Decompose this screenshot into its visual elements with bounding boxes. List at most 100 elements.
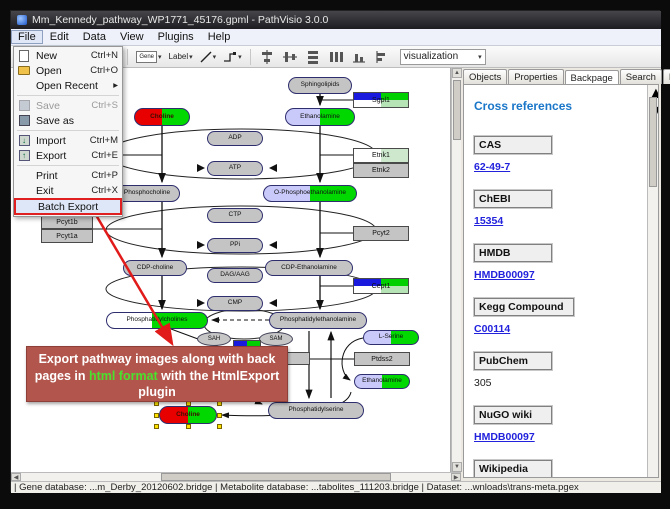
callout-text: with the HtmlExport plugin <box>138 369 279 400</box>
tab-search[interactable]: Search <box>620 69 662 84</box>
scrollbar-thumb[interactable] <box>453 80 461 140</box>
align-bottom-button[interactable] <box>350 48 368 65</box>
tab-backpage[interactable]: Backpage <box>565 70 619 85</box>
node-ethanolamine[interactable]: Ethanolamine <box>285 108 355 126</box>
chevron-down-icon[interactable]: ▾ <box>213 53 217 61</box>
file-menu-item-new[interactable]: New Ctrl+N <box>14 48 122 63</box>
line-tool-icon <box>200 51 212 63</box>
scrollbar-thumb[interactable] <box>161 473 391 481</box>
node-ctp[interactable]: CTP <box>207 208 263 223</box>
chevron-down-icon[interactable]: ▾ <box>238 53 242 61</box>
node-dag-aag[interactable]: DAG/AAG <box>207 268 263 283</box>
node-ppi[interactable]: PPi <box>207 238 263 253</box>
menu-plugins[interactable]: Plugins <box>151 30 201 44</box>
selection-handle[interactable] <box>217 413 222 418</box>
scroll-down-icon[interactable]: ▼ <box>452 462 462 472</box>
file-menu-item-exit[interactable]: Exit Ctrl+X <box>14 183 122 198</box>
node-pcyt1b[interactable]: Pcyt1b <box>41 215 93 229</box>
node-ptdss2[interactable]: Ptdss2 <box>354 352 410 366</box>
menu-help[interactable]: Help <box>201 30 238 44</box>
node-sam[interactable]: SAM <box>259 332 293 346</box>
chevron-down-icon[interactable]: ▾ <box>478 53 482 61</box>
node-cdp-choline[interactable]: CDP-choline <box>123 260 187 276</box>
node-label: Choline <box>176 412 200 419</box>
node-etnk1[interactable]: Etnk1 <box>353 148 409 163</box>
node-sphingolipids[interactable]: Sphingolipids <box>288 77 352 94</box>
file-menu-item-print[interactable]: Print Ctrl+P <box>14 168 122 183</box>
node-etnk2[interactable]: Etnk2 <box>353 163 409 178</box>
node-phosphocholine[interactable]: Phosphocholine <box>114 185 180 202</box>
node-ethanolamine-2[interactable]: Ethanolamine <box>354 374 410 389</box>
chevron-down-icon[interactable]: ▾ <box>189 53 193 61</box>
stack-rows-button[interactable] <box>304 48 322 65</box>
node-label: ADP <box>228 135 241 142</box>
node-l-serine[interactable]: L-Serine <box>363 330 419 345</box>
node-phosphatidylcholines[interactable]: Phosphatidylcholines <box>106 312 208 329</box>
gene-tool-button[interactable]: Gene ▾ <box>135 48 162 65</box>
node-label: Phosphocholine <box>124 190 170 197</box>
node-sah[interactable]: SAH <box>197 332 231 346</box>
file-menu-item-open[interactable]: Open Ctrl+O <box>14 63 122 78</box>
scrollbar-thumb[interactable] <box>649 97 657 187</box>
align-bottom-icon <box>352 50 366 64</box>
menu-item-label: New <box>36 50 91 62</box>
stack-columns-button[interactable] <box>327 48 345 65</box>
node-cmp[interactable]: CMP <box>207 296 263 311</box>
file-menu-item-export[interactable]: ↑ Export Ctrl+E <box>14 148 122 163</box>
canvas-vertical-scrollbar[interactable]: ▲ ▼ <box>451 68 461 472</box>
tab-objects[interactable]: Objects <box>463 69 507 84</box>
file-menu-item-open-recent[interactable]: Open Recent ▸ <box>14 78 122 93</box>
align-center-horizontal-button[interactable] <box>281 48 299 65</box>
xref-link-cas[interactable]: 62-49-7 <box>474 161 648 173</box>
node-atp[interactable]: ATP <box>207 161 263 176</box>
node-sgpl1[interactable]: Sgpl1 <box>353 92 409 108</box>
menu-file[interactable]: File <box>11 30 43 44</box>
align-left-button[interactable] <box>373 48 391 65</box>
align-center-vertical-button[interactable] <box>258 48 276 65</box>
node-pcyt1a[interactable]: Pcyt1a <box>41 229 93 243</box>
tab-legend[interactable]: Legend <box>663 69 670 84</box>
menu-view[interactable]: View <box>113 30 151 44</box>
node-phosphatidylserine[interactable]: Phosphatidylserine <box>268 402 364 419</box>
chevron-down-icon[interactable]: ▾ <box>158 53 162 61</box>
line-tool-button[interactable]: ▾ <box>199 48 218 65</box>
gene-tool-icon: Gene <box>136 51 157 63</box>
xref-source-pubchem: PubChem <box>474 352 552 370</box>
node-pcyt2[interactable]: Pcyt2 <box>353 226 409 241</box>
xref-link-chebi[interactable]: 15354 <box>474 215 648 227</box>
xref-link-nugo[interactable]: HMDB00097 <box>474 431 648 443</box>
label-tool-button[interactable]: Label ▾ <box>168 48 194 65</box>
menu-data[interactable]: Data <box>76 30 113 44</box>
selection-handle[interactable] <box>186 424 191 429</box>
file-menu-item-import[interactable]: ↓ Import Ctrl+M <box>14 133 122 148</box>
node-cdp-ethanolamine[interactable]: CDP-Ethanolamine <box>265 260 353 276</box>
scroll-up-icon[interactable]: ▲ <box>452 68 462 78</box>
node-label: SAH <box>208 336 220 342</box>
tab-properties[interactable]: Properties <box>508 69 563 84</box>
visualization-value: visualization <box>404 51 458 62</box>
file-menu-item-batch-export[interactable]: Batch Export <box>14 198 122 215</box>
node-label: ATP <box>229 165 241 172</box>
node-choline[interactable]: Choline <box>134 108 190 126</box>
selection-handle[interactable] <box>217 424 222 429</box>
menu-edit[interactable]: Edit <box>43 30 76 44</box>
node-phosphatidylethanolamine[interactable]: Phosphatidylethanolamine <box>269 312 367 329</box>
node-choline-selected[interactable]: Choline <box>159 406 217 424</box>
import-icon: ↓ <box>16 135 32 147</box>
canvas-horizontal-scrollbar[interactable]: ◀ ▶ <box>11 472 461 481</box>
file-menu-item-save-as[interactable]: Save as <box>14 113 122 128</box>
node-label: Pcyt1a <box>56 233 77 240</box>
connector-tool-button[interactable]: ▾ <box>222 48 243 65</box>
scroll-left-icon[interactable]: ◀ <box>11 473 21 481</box>
selection-handle[interactable] <box>154 413 159 418</box>
node-o-phosphoethanolamine[interactable]: O-Phosphoethanolamine <box>263 185 357 202</box>
title-bar[interactable]: Mm_Kennedy_pathway_WP1771_45176.gpml - P… <box>11 11 661 29</box>
selection-handle[interactable] <box>154 424 159 429</box>
scroll-right-icon[interactable]: ▶ <box>451 473 461 481</box>
xref-link-hmdb[interactable]: HMDB00097 <box>474 269 648 281</box>
panel-vertical-scrollbar[interactable]: ▲ ▼ <box>647 85 658 478</box>
visualization-combobox[interactable]: visualization ▾ <box>400 49 486 65</box>
node-adp[interactable]: ADP <box>207 131 263 146</box>
xref-link-kegg[interactable]: C00114 <box>474 323 648 335</box>
node-cept1[interactable]: Cept1 <box>353 278 409 294</box>
